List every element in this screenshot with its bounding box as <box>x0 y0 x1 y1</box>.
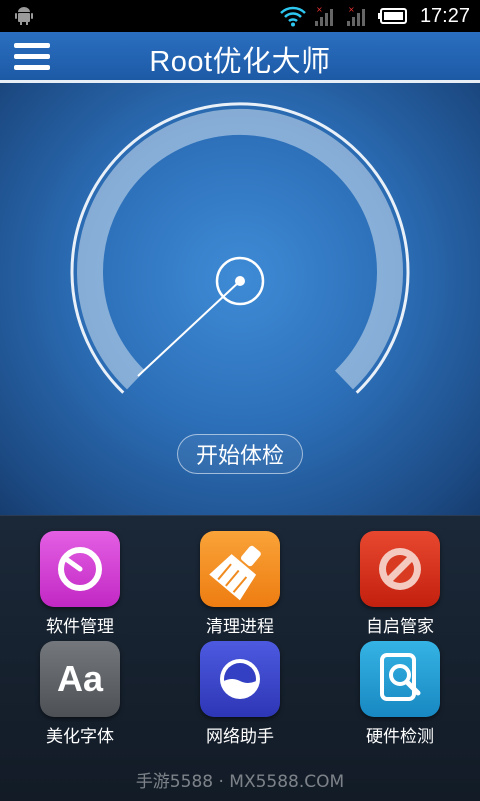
gauge-panel: 开始体检 <box>0 83 480 515</box>
tool-label: 美化字体 <box>46 727 114 747</box>
tool-autostart-manager[interactable]: 自启管家 <box>340 531 460 637</box>
start-check-button[interactable]: 开始体检 <box>177 434 303 474</box>
wifi-icon <box>280 6 306 27</box>
tool-label: 软件管理 <box>46 617 114 637</box>
gauge-needle <box>137 280 241 377</box>
gauge-needle-pivot <box>235 276 245 286</box>
font-icon: Aa <box>40 641 120 717</box>
tool-hardware-check[interactable]: 硬件检测 <box>340 641 460 747</box>
page-title: Root优化大师 <box>149 46 331 78</box>
hardware-search-icon <box>360 641 440 717</box>
tool-grid: 软件管理 清理进程 自启管家 Aa 美化字体 网络助手 硬件检测 手游5588 … <box>0 515 480 801</box>
status-time: 17:27 <box>419 4 470 27</box>
app-manager-icon <box>40 531 120 607</box>
svg-text:×: × <box>316 5 323 14</box>
svg-text:×: × <box>348 5 355 14</box>
battery-icon <box>377 8 407 24</box>
tool-label: 网络助手 <box>206 727 274 747</box>
tool-label: 清理进程 <box>206 617 274 637</box>
tool-label: 硬件检测 <box>366 727 434 747</box>
block-icon <box>360 531 440 607</box>
tool-network-assistant[interactable]: 网络助手 <box>180 641 300 747</box>
status-bar: × × 17:27 <box>0 0 480 32</box>
android-icon <box>15 7 33 25</box>
signal-icon: × <box>314 5 333 26</box>
network-icon <box>200 641 280 717</box>
title-bar: Root优化大师 <box>0 32 480 83</box>
tool-font-beautify[interactable]: Aa 美化字体 <box>20 641 140 747</box>
tool-app-manager[interactable]: 软件管理 <box>20 531 140 637</box>
watermark: 手游5588 · MX5588.COM <box>135 772 345 792</box>
svg-text:Aa: Aa <box>57 658 104 699</box>
broom-icon <box>200 531 280 607</box>
tool-clean-process[interactable]: 清理进程 <box>180 531 300 637</box>
gauge-track <box>77 108 403 390</box>
signal-icon: × <box>346 5 365 26</box>
tool-label: 自启管家 <box>366 617 434 637</box>
